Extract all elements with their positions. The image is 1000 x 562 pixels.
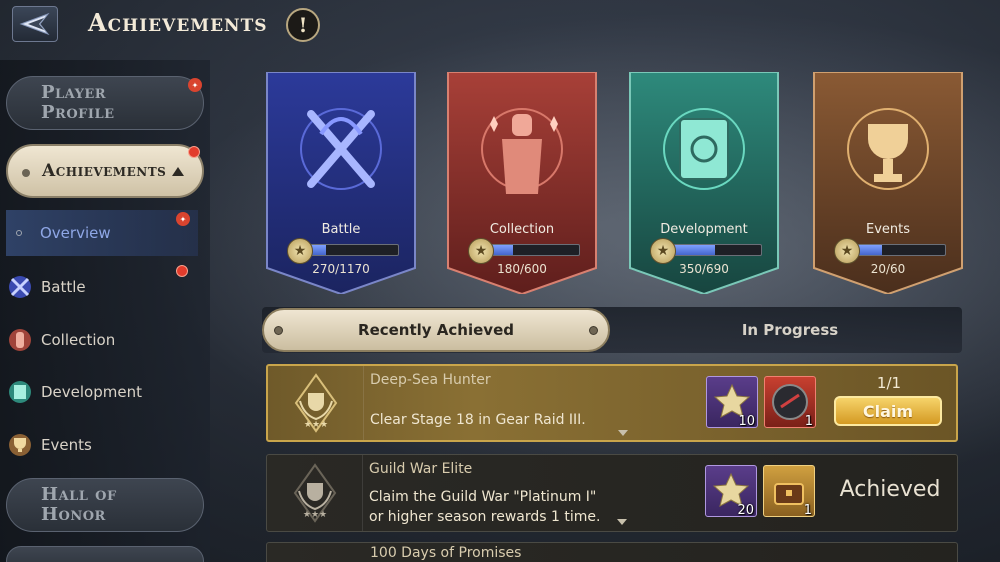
laurel-shield-icon: ★★★ <box>294 373 337 433</box>
sidebar-item-collection[interactable]: Collection <box>4 318 194 362</box>
tab-knob-icon <box>274 326 283 335</box>
description-line: or higher season rewards 1 time. <box>369 509 601 525</box>
sidebar-subitem-overview[interactable]: Overview <box>6 210 198 256</box>
notification-badge: ✦ <box>176 212 190 226</box>
svg-text:★★★: ★★★ <box>303 420 327 430</box>
sidebar-subitem-label: Overview <box>40 224 111 242</box>
claim-button[interactable]: Claim <box>834 396 942 426</box>
reward-quantity: 20 <box>737 503 754 518</box>
sidebar-item-label: Battle <box>41 278 86 296</box>
achieved-status: Achieved <box>839 477 941 502</box>
sidebar-item-label: Achievements <box>42 161 167 181</box>
description-line: Claim the Guild War "Platinum I" <box>369 489 597 505</box>
sidebar-item-events[interactable]: Events <box>4 423 194 467</box>
sidebar-item-achievements[interactable]: Achievements <box>6 144 204 198</box>
sidebar-item-label: Hall of Honor <box>41 484 117 525</box>
reward-item[interactable]: 1 <box>764 376 816 429</box>
achievement-title: Guild War Elite <box>369 461 473 477</box>
events-icon <box>4 429 36 461</box>
achievement-row[interactable]: ★★★ Guild War Elite Claim the Guild War … <box>266 454 958 532</box>
description-line: Clear Stage 18 in Gear Raid III. <box>370 412 586 428</box>
banner-collection[interactable]: Collection ★ 180/600 <box>444 72 600 294</box>
sidebar-item-battle[interactable]: Battle <box>4 265 194 309</box>
achievement-title: Deep-Sea Hunter <box>370 372 491 388</box>
back-button[interactable] <box>12 6 58 42</box>
banner-progress-bar <box>666 244 762 256</box>
bullet-icon <box>22 169 30 177</box>
achievement-progress: 1/1 <box>876 374 902 392</box>
sidebar-item-more[interactable] <box>6 546 204 562</box>
collapse-arrow-icon <box>172 166 185 176</box>
banner-battle[interactable]: Battle ★ 270/1170 <box>263 72 419 294</box>
notification-dot <box>176 265 188 277</box>
back-arrow-icon <box>19 12 50 36</box>
reward-quantity: 1 <box>804 414 813 429</box>
banner-development[interactable]: Development ★ 350/690 <box>626 72 782 294</box>
banner-events[interactable]: Events ★ 20/60 <box>810 72 966 294</box>
banner-progress-bar <box>484 244 580 256</box>
sidebar-item-label: Development <box>41 383 142 401</box>
reward-item[interactable]: 20 <box>705 465 757 518</box>
bullet-icon <box>16 230 22 236</box>
sidebar-item-label: Player Profile <box>41 82 115 123</box>
achievement-emblem: ★★★ <box>267 455 363 531</box>
star-medal-icon: ★ <box>468 238 494 264</box>
reward-quantity: 10 <box>738 414 755 429</box>
achievement-emblem: ★★★ <box>268 366 364 440</box>
banner-name: Collection <box>489 222 555 237</box>
sidebar-item-label: Collection <box>41 331 116 349</box>
tab-knob-icon <box>589 326 598 335</box>
reward-quantity: 1 <box>803 503 812 518</box>
tab-label: In Progress <box>741 321 839 339</box>
star-medal-icon: ★ <box>650 238 676 264</box>
sidebar-item-development[interactable]: Development <box>4 370 194 414</box>
tab-in-progress[interactable]: In Progress <box>618 307 962 353</box>
achievement-title: 100 Days of Promises <box>370 545 522 561</box>
reward-item[interactable]: 1 <box>763 465 815 518</box>
banner-name: Events <box>865 222 910 237</box>
achievement-description: Clear Stage 18 in Gear Raid III. <box>370 410 586 430</box>
banner-name: Development <box>660 222 748 237</box>
info-icon[interactable]: ! <box>286 8 320 42</box>
banner-count: 350/690 <box>679 262 729 276</box>
book-icon <box>663 108 745 190</box>
notification-dot <box>188 146 200 158</box>
banner-progress-bar <box>850 244 946 256</box>
tab-label: Recently Achieved <box>358 321 514 339</box>
tab-bar: Recently Achieved In Progress <box>262 307 962 353</box>
svg-text:★★★: ★★★ <box>302 510 326 520</box>
star-medal-icon: ★ <box>834 238 860 264</box>
banner-name: Battle <box>321 222 361 237</box>
expand-chevron-icon[interactable] <box>618 430 628 436</box>
star-medal-icon: ★ <box>287 238 313 264</box>
sidebar-item-hall-of-honor[interactable]: Hall of Honor <box>6 478 204 532</box>
knight-figure-icon <box>481 108 563 194</box>
battle-icon <box>4 271 36 303</box>
achievement-row[interactable]: ★★★ Deep-Sea Hunter Clear Stage 18 in Ge… <box>266 364 958 442</box>
crossed-swords-icon <box>300 108 382 190</box>
banner-count: 20/60 <box>870 262 906 276</box>
development-icon <box>4 376 36 408</box>
collection-icon <box>4 324 36 356</box>
page-title: Achievements <box>88 8 268 37</box>
banner-count: 270/1170 <box>312 262 370 276</box>
laurel-shield-icon: ★★★ <box>293 463 336 523</box>
expand-chevron-icon[interactable] <box>617 519 627 525</box>
sidebar-item-player-profile[interactable]: Player Profile <box>6 76 204 130</box>
sidebar-item-label: Events <box>41 436 92 454</box>
banner-progress-bar <box>303 244 399 256</box>
tab-recently-achieved[interactable]: Recently Achieved <box>262 308 610 352</box>
notification-badge: ✦ <box>188 78 202 92</box>
banner-count: 180/600 <box>497 262 547 276</box>
reward-item[interactable]: 10 <box>706 376 758 429</box>
trophy-icon <box>847 108 929 190</box>
achievement-description: Claim the Guild War "Platinum I" or high… <box>369 487 600 527</box>
